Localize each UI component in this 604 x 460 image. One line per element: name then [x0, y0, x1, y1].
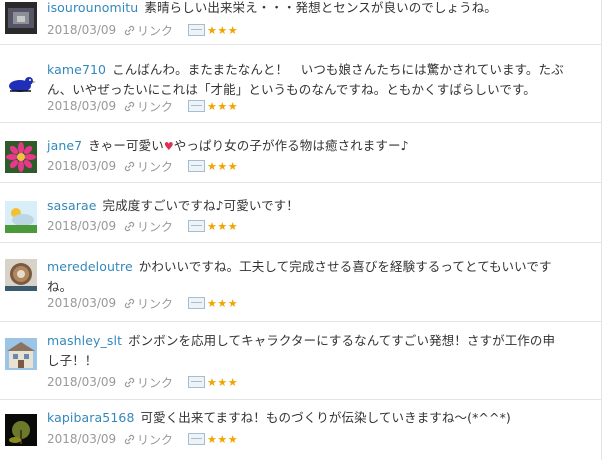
comment-date: 2018/03/09	[47, 296, 117, 310]
comment-item: sasarae 完成度すごいですね♪可愛いです！ 2018/03/09 リンク ★…	[0, 183, 602, 243]
comment-link[interactable]: リンク	[124, 158, 173, 175]
comment-list: isourounomitu 素晴らしい出来栄え・・・発想とセンスが良いのでしょうね…	[0, 0, 604, 460]
comment-date: 2018/03/09	[47, 219, 117, 233]
comment-text: 素晴らしい出来栄え・・・発想とセンスが良いのでしょうね。	[144, 0, 497, 15]
rating-icon	[188, 100, 206, 112]
comment-text-cont: やっぱり女の子が作る物は癒されますー♪	[173, 138, 409, 153]
comment-user[interactable]: mashley_slt	[47, 333, 122, 348]
rating-icon	[188, 220, 206, 232]
comment-item: jane7 きゃー可愛い♥やっぱり女の子が作る物は癒されますー♪ 2018/03/…	[0, 123, 602, 183]
comment-user[interactable]: sasarae	[47, 198, 97, 213]
comment-text-cont: し子！！	[47, 353, 98, 368]
comment-link[interactable]: リンク	[124, 22, 173, 39]
link-icon	[124, 101, 135, 111]
comment-link[interactable]: リンク	[124, 374, 173, 391]
rating-stars: ★★★	[207, 432, 239, 446]
comment-user[interactable]: jane7	[47, 138, 82, 153]
comment-link[interactable]: リンク	[124, 431, 173, 448]
rating-icon	[188, 24, 206, 36]
comment-item: meredeloutre かわいいですね。工夫して完成させる喜びを経験するってとて…	[0, 243, 602, 322]
rating-icon	[188, 297, 206, 309]
heart-emoji: ♥	[163, 140, 174, 153]
link-icon	[124, 161, 135, 171]
comment-date: 2018/03/09	[47, 432, 117, 446]
comment-text: 完成度すごいですね♪可愛いです！	[102, 198, 299, 213]
comment-rating[interactable]: ★★★	[188, 433, 238, 446]
comment-text-cont: ん、いやぜったいにこれは「才能」というものなんですね。ともかくすばらしいです。	[47, 82, 536, 97]
comment-rating[interactable]: ★★★	[188, 376, 238, 389]
link-icon	[124, 434, 135, 444]
comment-text: きゃー可愛い	[88, 138, 164, 153]
user-avatar[interactable]	[5, 201, 37, 233]
rating-stars: ★★★	[207, 375, 239, 389]
comment-item: mashley_slt ボンボンを応用してキャラクターにするなんてすごい発想！さす…	[0, 322, 602, 400]
rating-stars: ★★★	[207, 159, 239, 173]
comment-text: こんばんわ。またまたなんと！ いつも娘さんたちには驚かされています。たぶ	[112, 62, 564, 77]
link-icon	[124, 298, 135, 308]
user-avatar[interactable]	[5, 141, 37, 173]
comment-link[interactable]: リンク	[124, 218, 173, 235]
comment-rating[interactable]: ★★★	[188, 297, 238, 310]
comment-text: 可愛く出来てますね！ものづくりが伝染していきますね～(*^^*)	[140, 410, 511, 425]
comment-date: 2018/03/09	[47, 159, 117, 173]
comment-text: ボンボンを応用してキャラクターにするなんてすごい発想！さすが工作の申	[128, 333, 556, 348]
rating-stars: ★★★	[207, 219, 239, 233]
link-icon	[124, 377, 135, 387]
comment-link[interactable]: リンク	[124, 295, 173, 312]
link-icon	[124, 221, 135, 231]
rating-icon	[188, 376, 206, 388]
user-avatar[interactable]	[5, 338, 37, 370]
comment-item: isourounomitu 素晴らしい出来栄え・・・発想とセンスが良いのでしょうね…	[0, 0, 602, 45]
comment-rating[interactable]: ★★★	[188, 220, 238, 233]
rating-icon	[188, 160, 206, 172]
comment-user[interactable]: isourounomitu	[47, 0, 138, 15]
comment-user[interactable]: meredeloutre	[47, 259, 133, 274]
comment-item: kame710 こんばんわ。またまたなんと！ いつも娘さんたちには驚かされています…	[0, 45, 602, 123]
link-icon	[124, 25, 135, 35]
rating-stars: ★★★	[207, 23, 239, 37]
comment-date: 2018/03/09	[47, 23, 117, 37]
comment-rating[interactable]: ★★★	[188, 100, 238, 113]
comment-text-cont: ね。	[47, 279, 73, 294]
comment-rating[interactable]: ★★★	[188, 24, 238, 37]
comment-rating[interactable]: ★★★	[188, 160, 238, 173]
user-avatar[interactable]	[5, 2, 37, 34]
comment-text: かわいいですね。工夫して完成させる喜びを経験するってとてもいいです	[138, 259, 552, 274]
rating-stars: ★★★	[207, 296, 239, 310]
user-avatar[interactable]	[5, 414, 37, 446]
user-avatar[interactable]	[5, 66, 37, 98]
comment-date: 2018/03/09	[47, 375, 117, 389]
comment-link[interactable]: リンク	[124, 98, 173, 115]
comment-user[interactable]: kame710	[47, 62, 106, 77]
user-avatar[interactable]	[5, 259, 37, 291]
rating-stars: ★★★	[207, 99, 239, 113]
comment-item: kapibara5168 可愛く出来てますね！ものづくりが伝染していきますね～(*…	[0, 400, 602, 460]
comment-user[interactable]: kapibara5168	[47, 410, 135, 425]
rating-icon	[188, 433, 206, 445]
comment-date: 2018/03/09	[47, 99, 117, 113]
